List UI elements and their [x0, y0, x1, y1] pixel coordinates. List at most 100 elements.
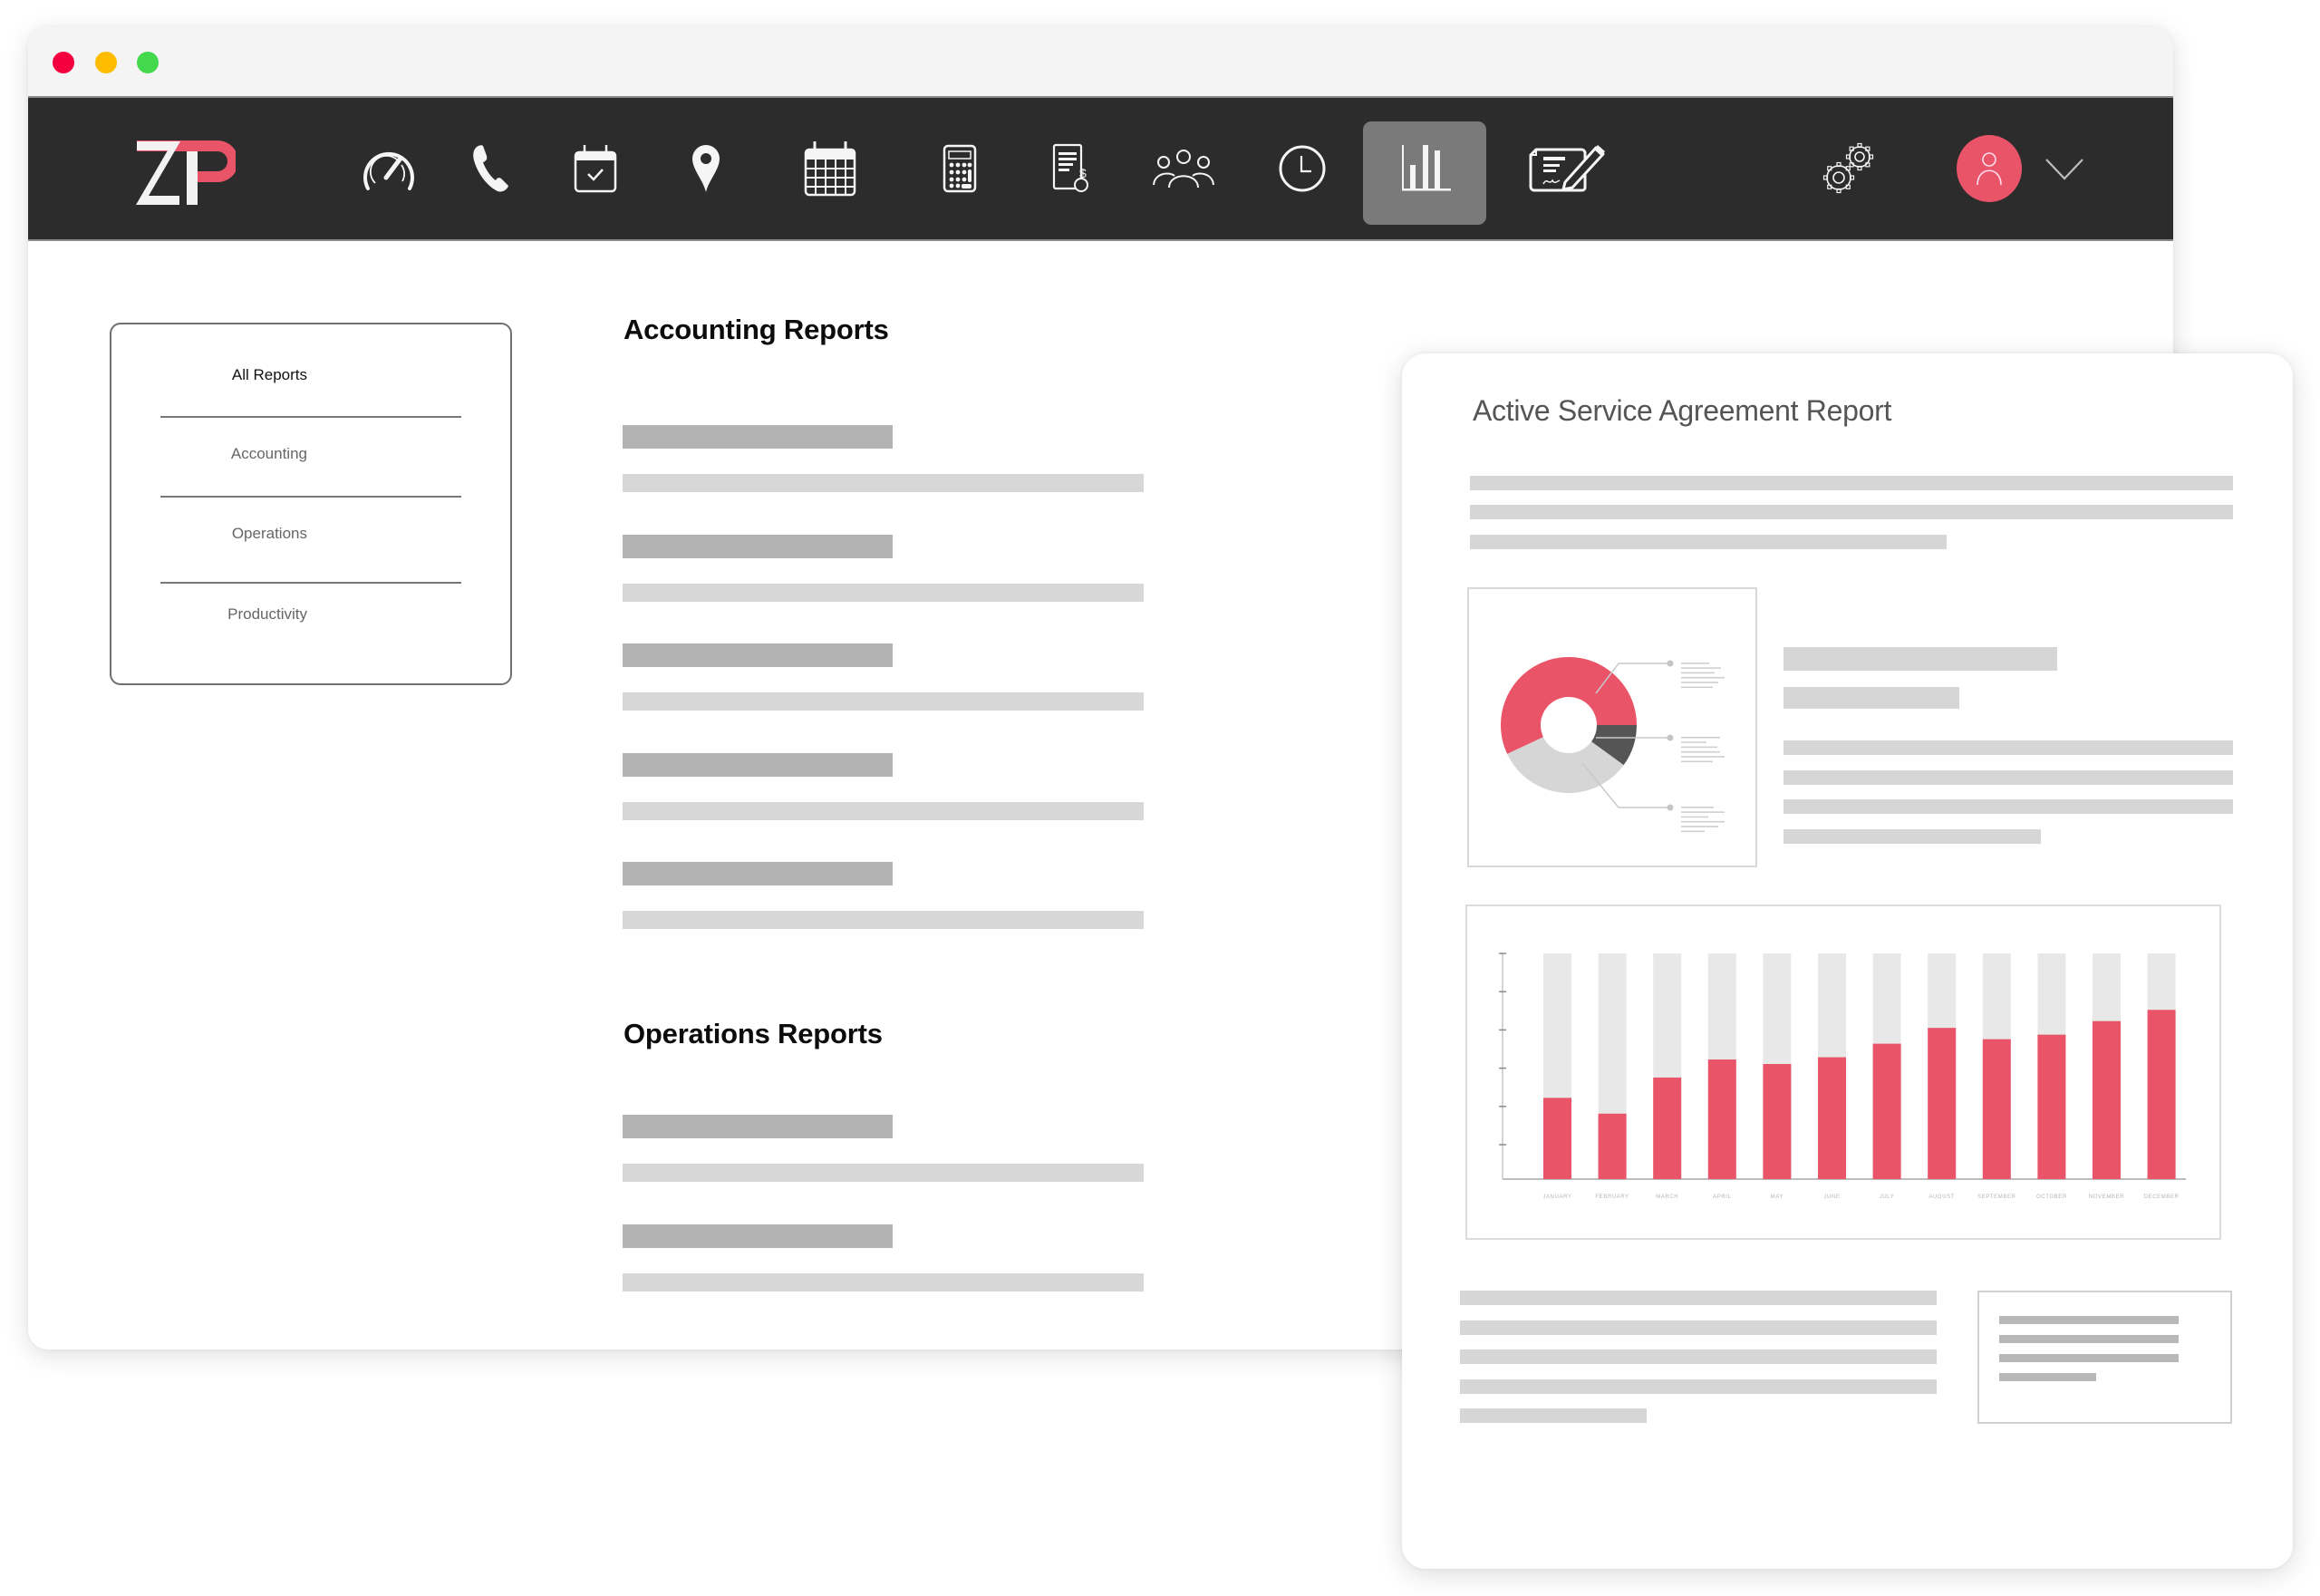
report-link-placeholder[interactable]: [623, 534, 893, 558]
maximize-window-button[interactable]: [137, 52, 159, 73]
sidebar-item-operations[interactable]: Operations: [160, 516, 461, 552]
bar-chart-icon: [1402, 145, 1451, 191]
text-placeholder-line: [1784, 770, 2233, 785]
nav-item-dashboard[interactable]: [362, 98, 416, 239]
text-placeholder-line: [1460, 1349, 1937, 1364]
settings-button[interactable]: [1821, 98, 1877, 239]
text-placeholder-line: [1460, 1379, 1937, 1394]
gears-icon: [1822, 142, 1874, 194]
nav-item-agreements[interactable]: [1527, 98, 1609, 239]
calendar-grid-icon: [804, 141, 856, 197]
legend-dot: [1667, 804, 1674, 811]
report-description-placeholder: [623, 801, 1144, 820]
report-link-placeholder[interactable]: [623, 425, 893, 449]
clock-icon: [1279, 145, 1326, 192]
text-placeholder-line: [1784, 829, 2041, 844]
x-tick-label: JULY: [1880, 1195, 1895, 1200]
legend-text-placeholder: [1681, 663, 1709, 664]
nav-item-tasks[interactable]: [574, 98, 617, 239]
report-description-placeholder: [623, 1164, 1144, 1182]
minimize-window-button[interactable]: [95, 52, 117, 73]
legend-text-placeholder: [1681, 667, 1721, 669]
x-tick-label: JUNE: [1823, 1195, 1840, 1200]
x-tick-label: DECEMBER: [2144, 1195, 2180, 1200]
user-avatar-button[interactable]: [1957, 135, 2022, 202]
sidebar-item-accounting[interactable]: Accounting: [160, 436, 461, 472]
sidebar-item-label: Accounting: [230, 445, 307, 462]
report-link-placeholder[interactable]: [623, 1224, 893, 1248]
user-avatar-icon: [1977, 152, 2002, 186]
team-icon: [1153, 150, 1214, 189]
sidebar-divider: [160, 496, 461, 498]
sidebar-divider: [160, 416, 461, 418]
bar-active-february[interactable]: [1598, 1113, 1627, 1179]
text-placeholder-line: [1999, 1354, 2179, 1362]
report-link-placeholder[interactable]: [623, 1115, 893, 1138]
legend-text-placeholder: [1681, 830, 1705, 833]
bar-active-october[interactable]: [2037, 1034, 2066, 1179]
text-placeholder-line: [1999, 1316, 2179, 1324]
nav-item-locations[interactable]: [690, 98, 722, 239]
zp-logo-icon: [136, 140, 238, 205]
text-placeholder-line: [1460, 1320, 1937, 1335]
bar-active-march[interactable]: [1653, 1077, 1682, 1179]
nav-item-invoices[interactable]: $: [1050, 98, 1094, 239]
nav-item-timesheets[interactable]: [1277, 98, 1328, 239]
legend-text-placeholder: [1681, 750, 1720, 753]
sidebar-item-label: Productivity: [227, 605, 307, 623]
bar-active-april[interactable]: [1707, 1059, 1736, 1179]
close-window-button[interactable]: [53, 52, 74, 73]
nav-item-calls[interactable]: [470, 98, 510, 239]
nav-item-customers[interactable]: [1152, 98, 1215, 239]
text-placeholder-line: [1460, 1408, 1647, 1423]
report-preview-card: Active Service Agreement Report JANUARY F…: [1402, 353, 2293, 1569]
bar-active-november[interactable]: [2093, 1020, 2121, 1179]
nav-item-schedule[interactable]: [803, 98, 857, 239]
notes-box: [1977, 1291, 2232, 1424]
bar-active-december[interactable]: [2147, 1010, 2176, 1179]
report-description-placeholder: [623, 692, 1144, 711]
x-tick-label: APRIL: [1713, 1195, 1731, 1200]
legend-text-placeholder: [1681, 741, 1706, 743]
sidebar-item-productivity[interactable]: Productivity: [160, 596, 461, 633]
legend-text-placeholder: [1681, 811, 1725, 813]
zp-logo[interactable]: [136, 140, 238, 206]
x-tick-label: FEBRUARY: [1595, 1195, 1629, 1200]
legend-text-placeholder: [1681, 672, 1715, 674]
report-link-placeholder[interactable]: [623, 643, 893, 667]
top-navbar: $: [28, 96, 2173, 241]
bar-active-june[interactable]: [1818, 1057, 1846, 1179]
bar-active-august[interactable]: [1928, 1028, 1957, 1179]
legend-dot: [1667, 734, 1674, 741]
legend-text-placeholder: [1681, 737, 1720, 739]
text-placeholder-line: [1470, 476, 2233, 490]
report-link-placeholder[interactable]: [623, 752, 893, 777]
nav-item-estimates[interactable]: [942, 98, 978, 239]
window-titlebar: [28, 27, 2173, 96]
bar-active-september[interactable]: [1982, 1039, 2011, 1179]
bar-active-may[interactable]: [1763, 1064, 1792, 1179]
report-description-placeholder: [623, 911, 1144, 929]
bar-chart-panel: JANUARY FEBRUARY MARCH APRIL MAY JUNE JULY AUGU…: [1465, 904, 2221, 1240]
donut-chart-panel: [1467, 587, 1757, 867]
report-description-placeholder: [623, 1272, 1144, 1291]
legend-text-placeholder: [1681, 686, 1713, 689]
user-menu-dropdown[interactable]: [2045, 158, 2083, 181]
text-placeholder-line: [1784, 740, 2233, 755]
text-placeholder-line: [1784, 799, 2233, 814]
report-link-placeholder[interactable]: [623, 862, 893, 885]
bar-chart: JANUARY FEBRUARY MARCH APRIL MAY JUNE JULY AUGU…: [1499, 953, 2186, 1200]
legend-text-placeholder: [1681, 820, 1725, 823]
calendar-check-icon: [574, 145, 617, 193]
legend-dot: [1667, 660, 1674, 667]
nav-item-reports[interactable]: [1397, 98, 1455, 239]
donut-chart: [1501, 657, 1725, 833]
contract-sign-icon: [1529, 145, 1605, 192]
x-tick-label: SEPTEMBER: [1977, 1195, 2016, 1200]
bar-active-july[interactable]: [1872, 1043, 1901, 1179]
summary-heading-placeholder: [1784, 647, 2057, 671]
bar-active-january[interactable]: [1543, 1098, 1571, 1179]
sidebar-item-all-reports[interactable]: All Reports: [160, 357, 461, 393]
speedometer-icon: [363, 151, 414, 190]
phone-icon: [473, 145, 508, 192]
